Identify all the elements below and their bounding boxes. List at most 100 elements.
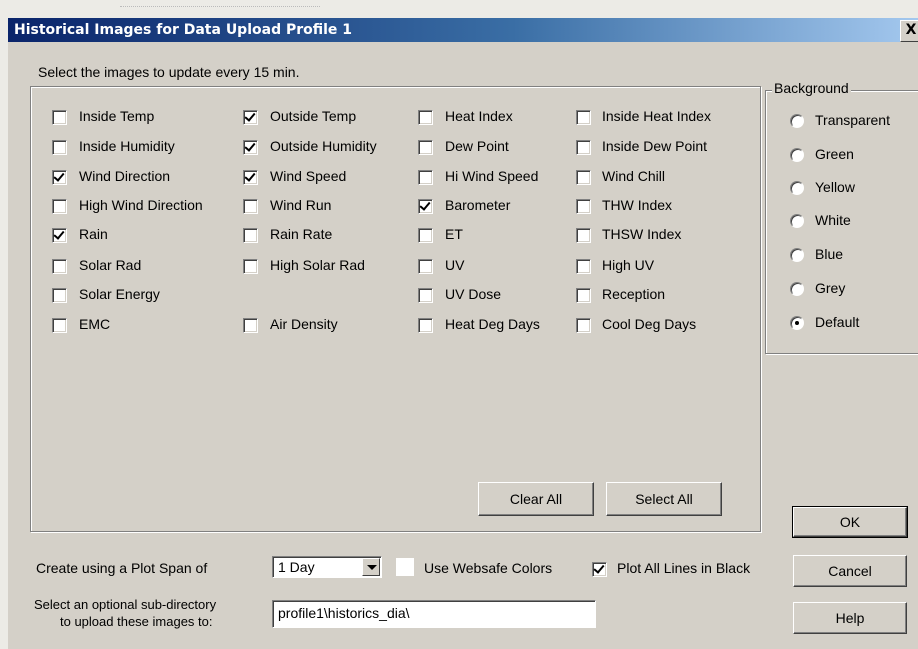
checkbox-thsw-index[interactable] [576, 228, 591, 243]
plot-span-select[interactable]: 1 Day [272, 556, 382, 578]
close-button[interactable]: X [900, 20, 918, 42]
clear-all-button[interactable]: Clear All [478, 482, 594, 516]
radio-transparent[interactable] [790, 114, 804, 128]
background-group-label: Background [772, 80, 851, 96]
cancel-button[interactable]: Cancel [793, 555, 907, 587]
checkbox-wind-run[interactable] [243, 199, 258, 214]
checkbox-solar-energy[interactable] [52, 288, 67, 303]
checkbox-high-wind-direction[interactable] [52, 199, 67, 214]
radio-label: Yellow [815, 179, 855, 195]
checkbox-label: Dew Point [445, 138, 509, 154]
checkbox-wind-direction[interactable] [52, 170, 67, 185]
checkbox-label: Wind Speed [270, 168, 347, 184]
checkbox-dew-point[interactable] [418, 140, 433, 155]
background-window-edge [0, 18, 8, 649]
checkbox-label: Wind Run [270, 197, 332, 213]
checkbox-label: Outside Humidity [270, 138, 377, 154]
checkbox-heat-index[interactable] [418, 110, 433, 125]
checkbox-outside-humidity[interactable] [243, 140, 258, 155]
checkbox-label: Hi Wind Speed [445, 168, 539, 184]
checkbox-label: Wind Chill [602, 168, 666, 184]
checkbox-label: Cool Deg Days [602, 316, 697, 332]
checkbox-rain-rate[interactable] [243, 228, 258, 243]
checkbox-solar-rad[interactable] [52, 259, 67, 274]
plot-lines-black-label: Plot All Lines in Black [617, 560, 751, 576]
radio-white[interactable] [790, 214, 804, 228]
checkbox-label: Solar Rad [79, 257, 142, 273]
plot-lines-black-checkbox[interactable] [592, 562, 607, 577]
checkbox-label: UV [445, 257, 465, 273]
checkbox-emc[interactable] [52, 318, 67, 333]
checkbox-label: Outside Temp [270, 108, 357, 124]
radio-label: Default [815, 314, 860, 330]
radio-label: Green [815, 146, 854, 162]
checkbox-label: Wind Direction [79, 168, 171, 184]
checkbox-label: ET [445, 226, 463, 242]
checkbox-et[interactable] [418, 228, 433, 243]
radio-grey[interactable] [790, 282, 804, 296]
checkbox-label: Inside Humidity [79, 138, 175, 154]
checkbox-label: High Solar Rad [270, 257, 365, 273]
radio-green[interactable] [790, 148, 804, 162]
checkbox-label: Heat Index [445, 108, 513, 124]
checkbox-label: Solar Energy [79, 286, 160, 302]
close-icon: X [905, 22, 917, 38]
checkbox-wind-speed[interactable] [243, 170, 258, 185]
checkbox-wind-chill[interactable] [576, 170, 591, 185]
checkbox-reception[interactable] [576, 288, 591, 303]
window-title-bar[interactable]: Historical Images for Data Upload Profil… [8, 18, 918, 42]
background-window-strip [0, 0, 918, 18]
checkbox-label: EMC [79, 316, 111, 332]
checkbox-label: Rain Rate [270, 226, 333, 242]
plot-span-value: 1 Day [278, 559, 315, 575]
checkbox-uv[interactable] [418, 259, 433, 274]
checkbox-label: Rain [79, 226, 108, 242]
checkbox-inside-dew-point[interactable] [576, 140, 591, 155]
checkbox-cool-deg-days[interactable] [576, 318, 591, 333]
checkbox-inside-heat-index[interactable] [576, 110, 591, 125]
checkbox-air-density[interactable] [243, 318, 258, 333]
checkbox-label: UV Dose [445, 286, 502, 302]
radio-label: White [815, 212, 851, 228]
checkbox-hi-wind-speed[interactable] [418, 170, 433, 185]
help-button[interactable]: Help [793, 602, 907, 634]
checkbox-label: High UV [602, 257, 655, 273]
radio-default[interactable] [790, 316, 804, 330]
checkbox-label: High Wind Direction [79, 197, 203, 213]
checkbox-thw-index[interactable] [576, 199, 591, 214]
radio-label: Blue [815, 246, 844, 262]
checkbox-inside-temp[interactable] [52, 110, 67, 125]
instruction-text: Select the images to update every 15 min… [38, 64, 300, 80]
websafe-colors-checkbox[interactable] [396, 558, 414, 576]
ok-button[interactable]: OK [792, 506, 908, 538]
checkbox-rain[interactable] [52, 228, 67, 243]
chevron-down-icon[interactable] [362, 558, 380, 576]
checkbox-label: Heat Deg Days [445, 316, 540, 332]
radio-label: Grey [815, 280, 846, 296]
checkbox-label: Inside Temp [79, 108, 155, 124]
radio-blue[interactable] [790, 248, 804, 262]
checkbox-inside-humidity[interactable] [52, 140, 67, 155]
checkbox-high-uv[interactable] [576, 259, 591, 274]
window-title: Historical Images for Data Upload Profil… [14, 22, 353, 38]
checkbox-label: THW Index [602, 197, 673, 213]
checkbox-label: Air Density [270, 316, 338, 332]
plot-span-label: Create using a Plot Span of [36, 560, 208, 576]
checkbox-label: THSW Index [602, 226, 682, 242]
subdir-label-line1: Select an optional sub-directory [34, 597, 217, 612]
checkbox-outside-temp[interactable] [243, 110, 258, 125]
radio-label: Transparent [815, 112, 890, 128]
checkbox-high-solar-rad[interactable] [243, 259, 258, 274]
checkbox-label: Inside Heat Index [602, 108, 711, 124]
checkbox-heat-deg-days[interactable] [418, 318, 433, 333]
radio-yellow[interactable] [790, 181, 804, 195]
checkbox-label: Reception [602, 286, 666, 302]
select-all-button[interactable]: Select All [606, 482, 722, 516]
checkbox-label: Barometer [445, 197, 511, 213]
subdir-label-line2: to upload these images to: [60, 614, 213, 629]
checkbox-barometer[interactable] [418, 199, 433, 214]
checkbox-label: Inside Dew Point [602, 138, 708, 154]
checkbox-uv-dose[interactable] [418, 288, 433, 303]
subdirectory-input[interactable]: profile1\historics_dia\ [272, 600, 596, 628]
websafe-colors-label: Use Websafe Colors [424, 560, 553, 576]
